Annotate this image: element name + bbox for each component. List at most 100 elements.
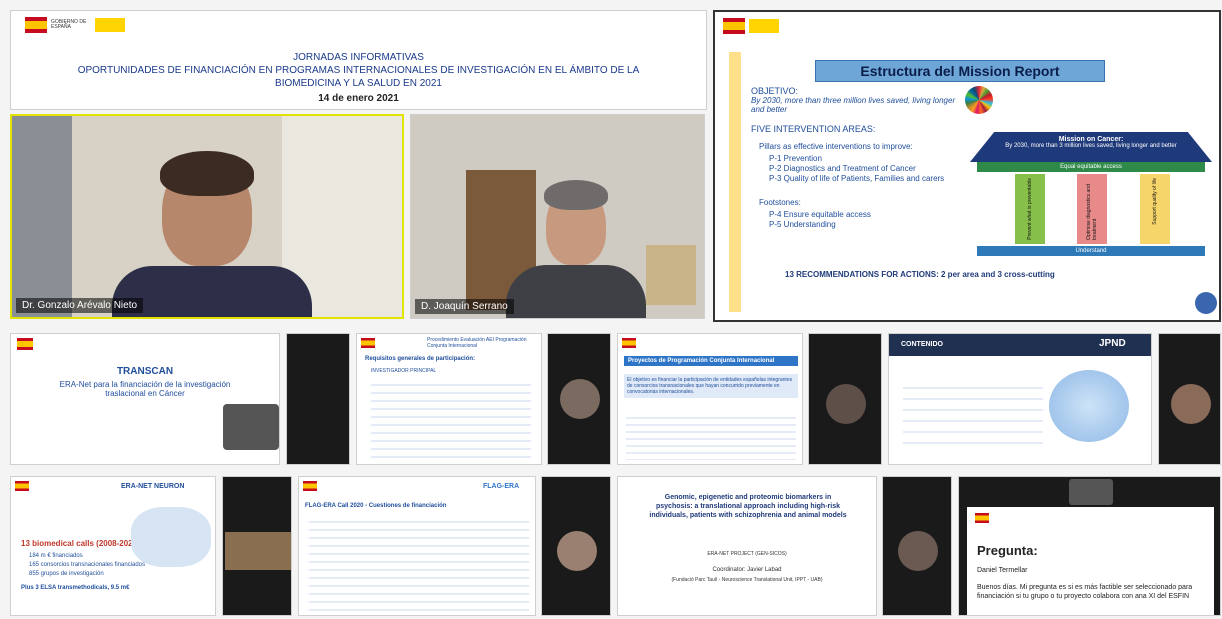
slide-contenido-jpnd: CONTENIDO JPND — [888, 333, 1152, 465]
era-line-2: 165 consorcios transnacionales financiad… — [29, 562, 146, 568]
mission-title-bar: Estructura del Mission Report — [815, 60, 1105, 82]
title-line2: OPORTUNIDADES DE FINANCIACIÓN EN PROGRAM… — [77, 65, 640, 76]
isciii-logo — [749, 19, 779, 33]
ministry-logo — [361, 338, 375, 348]
pillar-p5: P-5 Understanding — [769, 220, 836, 229]
europe-map-icon — [131, 507, 211, 567]
video-tile-participant-c[interactable] — [808, 333, 882, 465]
era-line-3: 855 grupos de investigación — [29, 571, 104, 577]
genomic-institution: (Fundació Parc Taulí - Neuroscience Tran… — [671, 577, 823, 583]
programacion-title: Proyectos de Programación Conjunta Inter… — [624, 356, 798, 366]
footstones-label: Footstones: — [759, 198, 801, 207]
spain-flag-icon — [15, 481, 29, 491]
header-slide: GOBIERNO DE ESPAÑA JORNADAS INFORMATIVAS… — [10, 10, 707, 110]
spain-flag-icon — [25, 17, 47, 33]
slide-pregunta-container: Pregunta: Daniel Termellar Buenos días. … — [958, 476, 1221, 616]
genomic-title: Genomic, epigenetic and proteomic biomar… — [649, 494, 847, 519]
window-background — [12, 116, 72, 317]
spain-flag-icon — [303, 481, 317, 491]
participant-avatar — [898, 531, 938, 571]
era-big: 13 biomedical calls (2008-2020) — [21, 539, 140, 548]
temple-column-1: Prevent what is preventable — [1015, 174, 1045, 244]
spain-flag-icon — [723, 18, 745, 34]
speaker-name-label: Dr. Gonzalo Arévalo Nieto — [16, 298, 144, 313]
ministry-logo — [15, 481, 29, 491]
participant-bookshelf — [225, 532, 291, 570]
participant-avatar — [557, 531, 597, 571]
ministry-logo: GOBIERNO DE ESPAÑA — [25, 17, 125, 33]
flag-era-logo: FLAG-ERA — [483, 483, 520, 490]
video-tile-participant-e[interactable] — [222, 476, 292, 616]
temple-column-3: Support quality of life — [1140, 174, 1170, 244]
pillar-p3: P-3 Quality of life of Patients, Familie… — [769, 174, 945, 183]
recommendations-text: 13 RECOMMENDATIONS FOR ACTIONS: 2 per ar… — [785, 270, 1055, 279]
title-date: 14 de enero 2021 — [318, 93, 399, 104]
column-2-label: Optimise diagnostics and treatment — [1086, 184, 1098, 240]
speaker-name-label: D. Joaquín Serrano — [415, 299, 514, 314]
pillar-p1: P-1 Prevention — [769, 154, 822, 163]
mission-report-slide: Estructura del Mission Report OBJETIVO: … — [713, 10, 1221, 322]
isciii-logo — [95, 18, 125, 32]
speaker-hair — [160, 151, 254, 196]
transcan-title: TRANSCAN — [116, 366, 174, 377]
slide-transcan: TRANSCAN ERA-Net para la financiación de… — [10, 333, 280, 465]
flag-era-header: FLAG-ERA Call 2020 - Cuestiones de finan… — [305, 503, 447, 509]
roof-title: Mission on Cancer: — [1058, 136, 1124, 143]
speaker-hair — [544, 180, 608, 210]
participant-avatar — [1171, 384, 1211, 424]
participant-avatar — [560, 379, 600, 419]
intervention-areas-label: FIVE INTERVENTION AREAS: — [751, 124, 876, 134]
ministry-logo — [622, 338, 636, 348]
temple-base: Understand — [977, 246, 1205, 256]
era-title: ERA-NET NEURON — [121, 483, 185, 490]
video-tile-participant-d[interactable] — [1158, 333, 1221, 465]
column-1-label: Prevent what is preventable — [1027, 178, 1033, 240]
pregunta-name: Daniel Termellar — [977, 567, 1028, 574]
ministry-logo — [975, 513, 989, 523]
participant-avatar — [826, 384, 866, 424]
programacion-text: El objetivo es financiar la participació… — [624, 374, 798, 398]
eu-globe-icon — [1195, 292, 1217, 314]
pillar-p4: P-4 Ensure equitable access — [769, 210, 871, 219]
genomic-coordinator: Coordinator: Javier Labad — [712, 567, 782, 573]
jpnd-logo: JPND — [1099, 338, 1126, 349]
requisitos-bullets — [371, 378, 531, 458]
slide-era-net-neuron: ERA-NET NEURON 13 biomedical calls (2008… — [10, 476, 216, 616]
objetivo-text: By 2030, more than three million lives s… — [751, 96, 956, 114]
slide-genomic-biomarkers: Genomic, epigenetic and proteomic biomar… — [617, 476, 877, 616]
contenido-label: CONTENIDO — [901, 341, 943, 348]
video-tile-participant-a[interactable] — [286, 333, 350, 465]
era-line-1: 184 m € financiados — [29, 553, 83, 559]
video-tile-participant-b[interactable] — [547, 333, 611, 465]
objetivo-label: OBJETIVO: — [751, 86, 799, 96]
title-line3: BIOMEDICINA Y LA SALUD EN 2021 — [275, 78, 442, 89]
slide-left-stripe — [729, 52, 741, 312]
ministry-text: GOBIERNO DE ESPAÑA — [51, 19, 87, 30]
slide-flag-era: FLAG-ERA FLAG-ERA Call 2020 - Cuestiones… — [298, 476, 536, 616]
era-plus: Plus 3 ELSA transmethodicals, 9.5 m€ — [21, 585, 130, 591]
video-tile-speaker-1[interactable]: Dr. Gonzalo Arévalo Nieto — [10, 114, 404, 319]
spain-flag-icon — [17, 338, 33, 350]
video-tile-participant-f[interactable] — [541, 476, 611, 616]
slide-title-block: JORNADAS INFORMATIVAS OPORTUNIDADES DE F… — [71, 51, 646, 105]
pillar-p2: P-2 Diagnostics and Treatment of Cancer — [769, 164, 916, 173]
pregunta-text: Buenos días. Mi pregunta es si es más fa… — [977, 584, 1193, 600]
participant-avatar[interactable] — [1069, 479, 1113, 505]
contenido-list — [903, 378, 1043, 448]
temple-roof: Mission on Cancer: By 2030, more than 3 … — [970, 132, 1212, 162]
slide-requisitos: Procedimiento Evaluación AEI Programació… — [356, 333, 542, 465]
column-3-label: Support quality of life — [1152, 178, 1158, 225]
temple-beam: Equal equitable access — [977, 162, 1205, 172]
roof-text: By 2030, more than 3 million lives saved… — [1005, 143, 1177, 149]
sdg-wheel-icon — [965, 86, 993, 114]
ministry-logo — [17, 338, 33, 350]
video-tile-participant-g[interactable] — [882, 476, 952, 616]
participant-video-thumb[interactable] — [223, 404, 279, 450]
brain-icon — [1049, 370, 1129, 442]
slide-programacion-conjunta: Proyectos de Programación Conjunta Inter… — [617, 333, 803, 465]
genomic-project: ERA-NET PROJECT (GEN-SICOS) — [707, 551, 787, 557]
spain-flag-icon — [975, 513, 989, 523]
video-tile-speaker-2[interactable]: D. Joaquín Serrano — [410, 114, 705, 319]
pregunta-title: Pregunta: — [977, 543, 1038, 558]
temple-column-2: Optimise diagnostics and treatment — [1077, 174, 1107, 244]
